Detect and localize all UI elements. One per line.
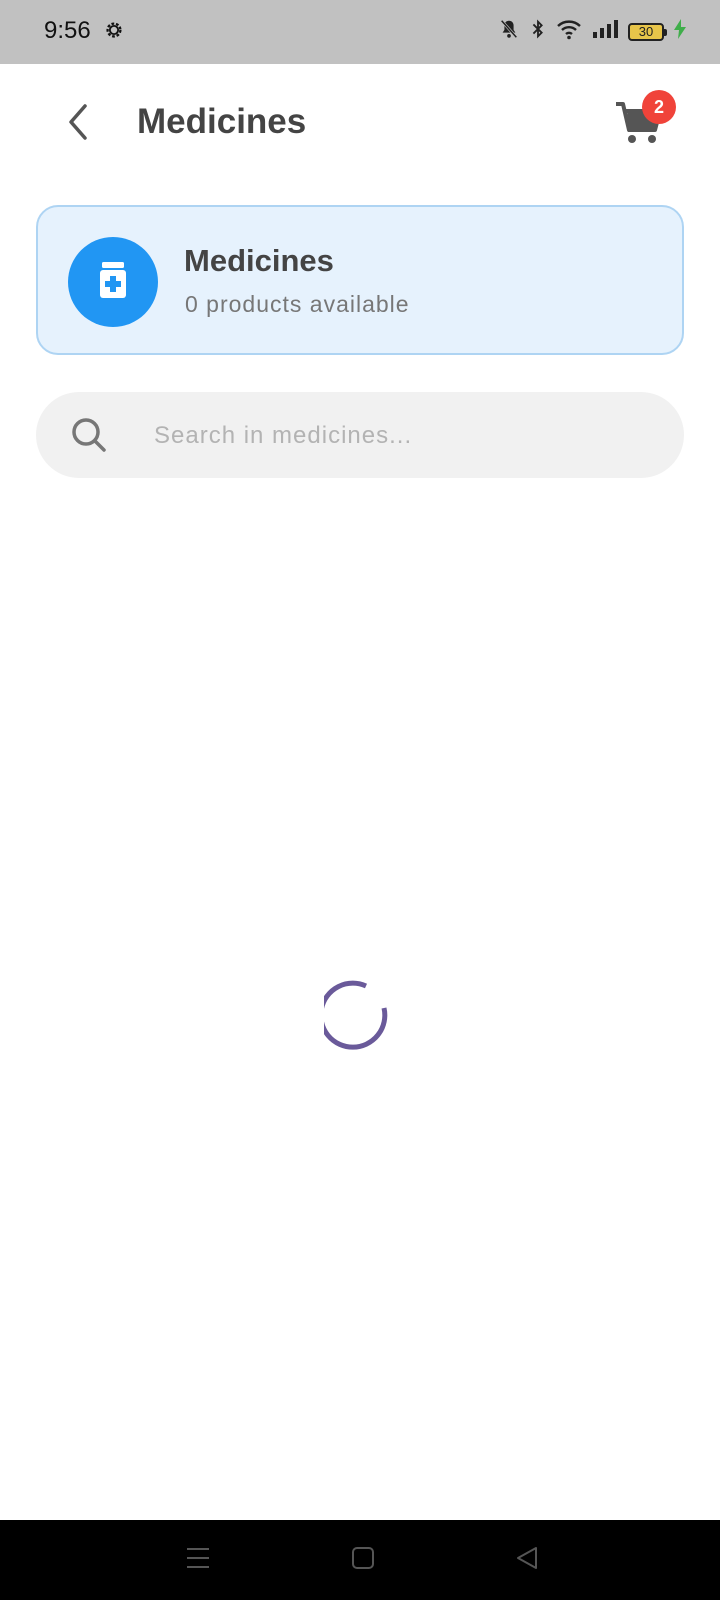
bluetooth-icon — [530, 18, 546, 45]
home-square-icon — [351, 1546, 375, 1575]
cellular-signal-icon — [592, 19, 618, 44]
home-button[interactable] — [343, 1540, 383, 1580]
page-title: Medicines — [137, 102, 307, 141]
back-button[interactable] — [58, 100, 98, 148]
category-title: Medicines — [184, 243, 334, 278]
status-time: 9:56 — [44, 17, 91, 44]
search-input[interactable] — [152, 392, 656, 480]
category-product-count: 0 products available — [185, 291, 410, 317]
loading-spinner — [318, 980, 396, 1052]
settings-gear-icon — [103, 19, 125, 46]
menu-icon — [185, 1546, 211, 1575]
back-nav-button[interactable] — [507, 1540, 547, 1580]
back-triangle-icon — [515, 1546, 539, 1575]
category-icon-circle — [68, 237, 158, 327]
category-card: Medicines 0 products available — [36, 205, 684, 355]
recent-apps-button[interactable] — [178, 1540, 218, 1580]
battery-icon: 30 — [628, 22, 667, 41]
chevron-left-icon — [66, 103, 90, 146]
system-nav-bar — [0, 1520, 720, 1600]
medicine-bottle-icon — [98, 261, 128, 303]
wifi-icon — [556, 18, 582, 45]
status-icons: 30 — [498, 18, 686, 45]
status-bar: 9:56 30 — [0, 0, 720, 64]
charging-bolt-icon — [674, 19, 686, 44]
cart-count-badge: 2 — [642, 90, 676, 124]
battery-level: 30 — [638, 24, 654, 39]
search-bar[interactable] — [36, 392, 684, 480]
shopping-cart-icon — [614, 102, 664, 150]
app-bar: Medicines — [0, 64, 720, 184]
search-icon — [70, 416, 108, 459]
notifications-muted-icon — [498, 18, 520, 45]
